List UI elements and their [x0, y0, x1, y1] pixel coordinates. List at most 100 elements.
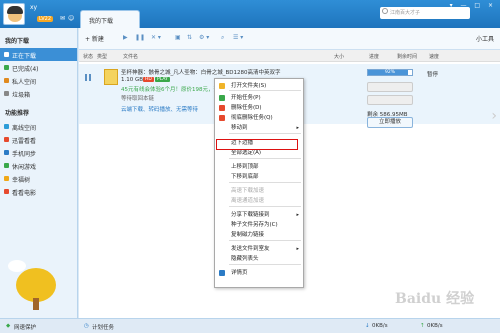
sidebar-item-label: 私人空间 [12, 79, 37, 86]
mail-icon[interactable]: ✉ [60, 16, 67, 22]
menu-item[interactable]: 隐藏列表头 [215, 254, 303, 264]
lock-icon [4, 78, 9, 83]
cloud-icon [4, 124, 9, 129]
sidebar-item-kankan[interactable]: 迅雷看看 [0, 133, 77, 146]
check-icon [4, 65, 9, 70]
mascot-tree-illustration[interactable] [6, 258, 66, 313]
progress-bar: 92% [367, 69, 413, 76]
highlight-box [216, 139, 298, 150]
menu-separator [229, 264, 301, 265]
task-promo-line[interactable]: 45元有线会体验6个月！原价198元，预约 [121, 85, 225, 93]
menu-item[interactable]: 彻底删除任务(Q) [215, 113, 303, 123]
menu-item-label: 打开文件夹(S) [231, 83, 267, 89]
delete-all-icon [219, 115, 225, 121]
up-arrow-icon: ↑ [420, 323, 425, 329]
play-tag[interactable]: PLAY [155, 77, 170, 82]
menu-item-label: 发送文件到室友 [231, 246, 270, 252]
task-cloud-line[interactable]: 云端下载、转码播放、无需等待 [121, 105, 198, 113]
menu-item[interactable]: 上移到顶部 [215, 162, 303, 172]
col-filename[interactable]: 文件名 [123, 53, 138, 60]
sidebar-item-downloading[interactable]: 正在下载 [0, 48, 77, 61]
col-remaining[interactable]: 剩余时间 [397, 53, 417, 60]
menu-item[interactable]: 复制磁力链接 [215, 230, 303, 240]
chevron-right-icon: ▸ [296, 125, 299, 131]
sidebar-item-label: 已完成(4) [12, 66, 39, 73]
task-status: 暂停 [427, 72, 439, 78]
sidebar-item-phone-sync[interactable]: 手机同步 [0, 146, 77, 159]
window-controls[interactable]: ▾ — □ × [450, 2, 496, 9]
col-type[interactable]: 类型 [97, 53, 107, 60]
delete-icon [219, 105, 225, 111]
download-icon [4, 52, 9, 57]
menu-item[interactable]: 分享下载链接到 ▸ [215, 210, 303, 220]
menu-item[interactable]: 开始任务(P) [215, 93, 303, 103]
col-progress[interactable]: 进度 [369, 53, 379, 60]
menu-separator [229, 206, 301, 207]
username[interactable]: xy [30, 4, 37, 11]
col-speed[interactable]: 速度 [429, 53, 439, 60]
clock-icon: ◷ [84, 323, 89, 329]
menu-item[interactable]: 删除任务(D) [215, 103, 303, 113]
sidebar-item-movies[interactable]: 看看电影 [0, 185, 77, 198]
menu-item-label: 下移到底部 [231, 174, 259, 180]
play-now-button[interactable]: 立即播放 [367, 117, 413, 128]
user-icon[interactable]: ☺ [68, 16, 75, 22]
sidebar: 我的下载 正在下载 已完成(4) 私人空间 垃圾箱 功能推荐 离线空间 迅雷看看… [0, 28, 78, 318]
sidebar-item-happy-tree[interactable]: 幸福树 [0, 172, 77, 185]
download-speed: 0KB/s [372, 323, 388, 329]
scheduled-tasks[interactable]: 计划任务 [92, 323, 114, 331]
menu-item[interactable]: 移动到 ▸ [215, 123, 303, 133]
sort-icon[interactable]: ⇅ [187, 34, 192, 41]
network-protect[interactable]: 网速保护 [14, 323, 36, 331]
search-icon [382, 8, 388, 14]
open-folder-icon[interactable]: ▣ [175, 34, 181, 41]
menu-item-label: 详情页 [231, 270, 248, 276]
chevron-right-icon[interactable]: › [491, 108, 497, 124]
avatar[interactable] [3, 3, 25, 25]
task-pause-icon[interactable] [85, 74, 91, 81]
menu-item[interactable]: 下移到底部 [215, 172, 303, 182]
menu-separator [229, 182, 301, 183]
sidebar-item-trash[interactable]: 垃圾箱 [0, 87, 77, 100]
folder-icon [219, 83, 225, 89]
sidebar-item-completed[interactable]: 已完成(4) [0, 61, 77, 74]
baidu-watermark: Baidu 经验 [395, 291, 475, 307]
sidebar-item-label: 垃圾箱 [12, 92, 31, 99]
col-size[interactable]: 大小 [334, 53, 344, 60]
delete-icon[interactable]: ✕ ▾ [151, 34, 161, 41]
sidebar-item-private[interactable]: 私人空间 [0, 74, 77, 87]
start-icon[interactable]: ▶ [123, 34, 128, 41]
menu-item[interactable]: 详情页 [215, 268, 303, 278]
progress-text: 92% [384, 70, 395, 75]
settings-icon[interactable]: ⚙ ▾ [199, 34, 209, 41]
level-badge[interactable]: LV22 [37, 16, 54, 22]
col-status[interactable]: 状态 [83, 53, 93, 60]
menu-separator [229, 158, 301, 159]
sidebar-item-label: 看看电影 [12, 190, 37, 197]
sidebar-item-games[interactable]: 休闲游戏 [0, 159, 77, 172]
new-task-button[interactable]: + 新建 [85, 34, 104, 43]
menu-item-label: 复制磁力链接 [231, 232, 265, 238]
sidebar-item-offline[interactable]: 离线空间 [0, 120, 77, 133]
sidebar-item-label: 幸福树 [12, 177, 31, 184]
menu-separator [229, 240, 301, 241]
pause-icon[interactable]: ❚❚ [135, 34, 145, 41]
movie-icon [4, 189, 9, 194]
list-icon[interactable]: ☰ ▾ [233, 34, 243, 41]
sidebar-section-downloads: 我的下载 [5, 38, 30, 45]
search-task-icon[interactable]: ⌕ [221, 34, 224, 42]
context-menu: 打开文件夹(S) 开始任务(P) 删除任务(D) 彻底删除任务(Q) 移动到 ▸ 边下边播全… [214, 78, 304, 288]
menu-item[interactable]: 种子文件另存为(C) [215, 220, 303, 230]
menu-item[interactable]: 发送文件到室友 ▸ [215, 244, 303, 254]
tools-button[interactable]: 小工具 [476, 34, 494, 43]
phone-icon [4, 150, 9, 155]
task-title[interactable]: 圣杯神器：骸骨之城_凡人圣物：白骨之城_BD1280高清中英双字 [121, 68, 281, 76]
sidebar-item-label: 休闲游戏 [12, 164, 37, 171]
video-file-icon [104, 69, 118, 85]
cloud-decoration [8, 260, 26, 272]
menu-item: 离速通道加速 [215, 196, 303, 206]
shield-icon: ◆ [6, 323, 11, 329]
tab-my-downloads[interactable]: 我的下载 [80, 10, 140, 28]
sidebar-item-label: 正在下载 [12, 53, 37, 60]
chevron-right-icon: ▸ [296, 246, 299, 252]
